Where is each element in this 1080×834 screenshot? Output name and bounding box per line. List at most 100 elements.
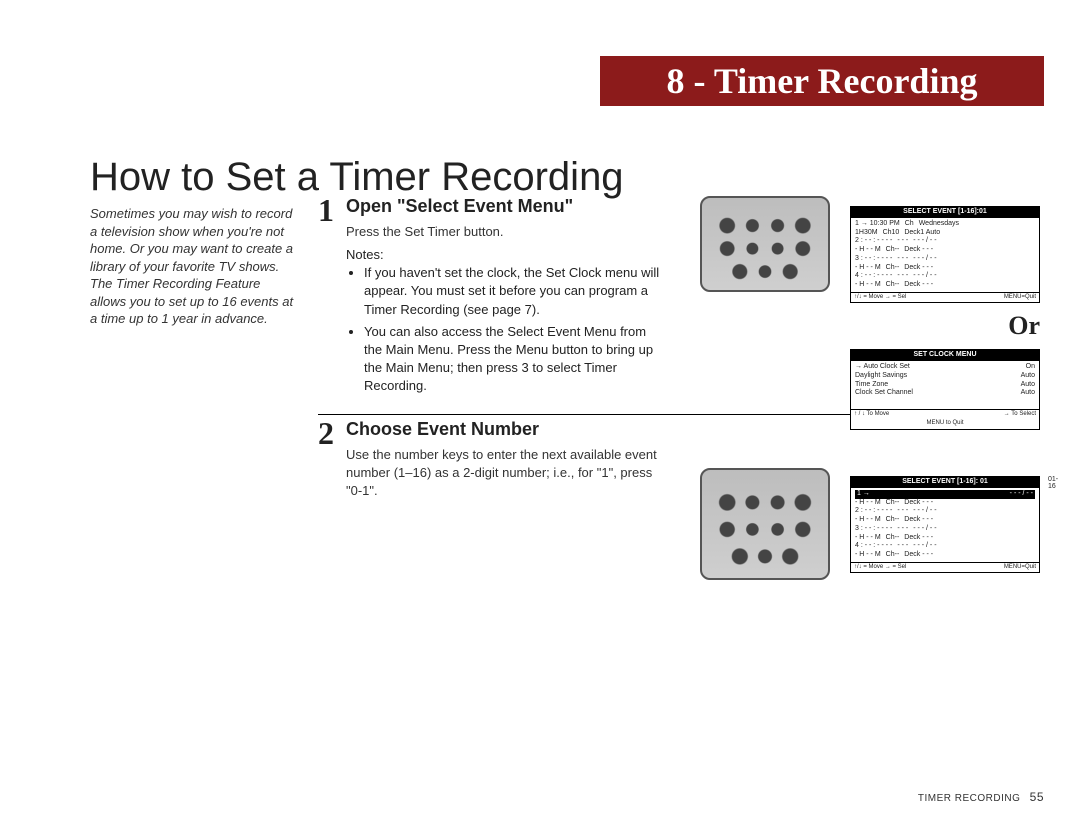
cell: Deck - - - bbox=[904, 499, 933, 508]
cell: - - - / - - bbox=[913, 507, 936, 516]
remote-illustration bbox=[700, 196, 830, 292]
notes-label: Notes: bbox=[346, 247, 666, 262]
cell: Clock Set Channel bbox=[855, 389, 913, 398]
intro-text: Sometimes you may wish to record a telev… bbox=[90, 205, 300, 328]
cell: 2 : - - : - - - - bbox=[855, 507, 892, 516]
notes-list: If you haven't set the clock, the Set Cl… bbox=[346, 264, 666, 395]
screen-footer: ↑/↓ = Move → = Sel MENU=Quit bbox=[851, 292, 1039, 303]
cell: Auto bbox=[1021, 381, 1035, 390]
cell: Daylight Savings bbox=[855, 372, 907, 381]
cell: Ch-- bbox=[886, 264, 900, 273]
cell: 2 : - - : - - - - bbox=[855, 237, 892, 246]
page-title: How to Set a Timer Recording bbox=[90, 155, 1044, 200]
screen-footer: ↑ / ↓ To Move → To Select bbox=[851, 409, 1039, 420]
screen-footer: ↑/↓ = Move → = Sel MENU=Quit bbox=[851, 562, 1039, 573]
screen-select-event: SELECT EVENT [1-16]:01 1 → 10:30 PM Ch Wed… bbox=[850, 206, 1040, 303]
steps-column: 1 Open "Select Event Menu" Press the Set… bbox=[318, 196, 666, 520]
cell: Deck - - - bbox=[904, 281, 933, 290]
screen-select-event-2: SELECT EVENT [1-16]: 01 1 → - - - / - - -… bbox=[850, 476, 1040, 573]
cell: - - - / - - bbox=[913, 237, 936, 246]
step-text: Use the number keys to enter the next av… bbox=[346, 446, 666, 501]
cell: - - - / - - bbox=[1010, 490, 1033, 499]
cell: - - - / - - bbox=[913, 255, 936, 264]
cell bbox=[875, 490, 1005, 499]
page-footer: TIMER RECORDING 55 bbox=[918, 790, 1044, 804]
cell: - H - - M bbox=[855, 534, 881, 543]
step-number: 2 bbox=[318, 417, 346, 449]
screen-header: SELECT EVENT [1-16]: 01 bbox=[851, 477, 1039, 488]
cell: 1 → bbox=[857, 490, 870, 499]
screens-step1: SELECT EVENT [1-16]:01 1 → 10:30 PM Ch Wed… bbox=[850, 206, 1040, 434]
screen-set-clock: SET CLOCK MENU → Auto Clock Set On Daylig… bbox=[850, 349, 1040, 430]
cell: Ch10 bbox=[883, 229, 900, 238]
footer-center: MENU to Quit bbox=[926, 420, 963, 428]
cell: - H - - M bbox=[855, 551, 881, 560]
cell: 3 : - - : - - - - bbox=[855, 525, 892, 534]
manual-page: 8 - Timer Recording How to Set a Timer R… bbox=[0, 0, 1080, 834]
cell: Deck1 Auto bbox=[904, 229, 940, 238]
footer-left: ↑/↓ = Move → = Sel bbox=[854, 294, 906, 302]
screen-header: SET CLOCK MENU bbox=[851, 350, 1039, 361]
cell: Ch-- bbox=[886, 516, 900, 525]
step-1: 1 Open "Select Event Menu" Press the Set… bbox=[318, 196, 666, 400]
step-title: Open "Select Event Menu" bbox=[346, 196, 666, 217]
cell: Deck - - - bbox=[904, 264, 933, 273]
chapter-tab: 8 - Timer Recording bbox=[600, 56, 1044, 106]
cell: Ch-- bbox=[886, 551, 900, 560]
step-text: Press the Set Timer button. bbox=[346, 223, 666, 241]
step-number: 1 bbox=[318, 194, 346, 226]
cell: - H - - M bbox=[855, 499, 881, 508]
cell: Ch-- bbox=[886, 246, 900, 255]
cell: - - - bbox=[897, 525, 908, 534]
cell: On bbox=[1026, 363, 1035, 372]
step-2: 2 Choose Event Number Use the number key… bbox=[318, 419, 666, 507]
screens-step2: 01-16 SELECT EVENT [1-16]: 01 1 →- - - /… bbox=[850, 476, 1040, 577]
footer-right: → To Select bbox=[1004, 411, 1036, 419]
cell: Deck - - - bbox=[904, 246, 933, 255]
cell: 4 : - - : - - - - bbox=[855, 272, 892, 281]
right-column: SELECT EVENT [1-16]:01 1 → 10:30 PM Ch Wed… bbox=[700, 196, 1045, 298]
cell: - - - bbox=[897, 237, 908, 246]
cell: Deck - - - bbox=[904, 534, 933, 543]
step-body: Open "Select Event Menu" Press the Set T… bbox=[346, 196, 666, 400]
cell: - H - - M bbox=[855, 281, 881, 290]
cell: Ch-- bbox=[886, 499, 900, 508]
cell: - - - bbox=[897, 507, 908, 516]
footer-right: MENU=Quit bbox=[1004, 294, 1036, 302]
note-item: If you haven't set the clock, the Set Cl… bbox=[364, 264, 666, 319]
cell: Auto bbox=[1021, 389, 1035, 398]
footer-section: TIMER RECORDING bbox=[918, 793, 1021, 804]
cell: Time Zone bbox=[855, 381, 888, 390]
footer-left: ↑/↓ = Move → = Sel bbox=[854, 564, 906, 572]
or-label: Or bbox=[850, 311, 1040, 341]
remote-illustration bbox=[700, 468, 830, 580]
cell: - - - / - - bbox=[913, 525, 936, 534]
cell: Ch-- bbox=[886, 281, 900, 290]
cell: - H - - M bbox=[855, 264, 881, 273]
page-number: 55 bbox=[1030, 790, 1044, 804]
screen-footer2: MENU to Quit bbox=[851, 419, 1039, 429]
cell: Ch bbox=[905, 220, 914, 229]
cell: - - - bbox=[897, 542, 908, 551]
cell: Deck - - - bbox=[904, 516, 933, 525]
screen-header: SELECT EVENT [1-16]:01 bbox=[851, 207, 1039, 218]
footer-left: ↑ / ↓ To Move bbox=[854, 411, 889, 419]
cell: - - - bbox=[897, 272, 908, 281]
cell: Wednesdays bbox=[919, 220, 959, 229]
footer-right: MENU=Quit bbox=[1004, 564, 1036, 572]
cell: 4 : - - : - - - - bbox=[855, 542, 892, 551]
step-body: Choose Event Number Use the number keys … bbox=[346, 419, 666, 507]
cell: Auto bbox=[1021, 372, 1035, 381]
note-item: You can also access the Select Event Men… bbox=[364, 323, 666, 396]
cell: 1 → 10:30 PM bbox=[855, 220, 900, 229]
cell: 1H30M bbox=[855, 229, 878, 238]
cell: - - - / - - bbox=[913, 272, 936, 281]
remote-2-holder bbox=[700, 468, 830, 586]
cell: - - - / - - bbox=[913, 542, 936, 551]
cell: - H - - M bbox=[855, 516, 881, 525]
cell: 3 : - - : - - - - bbox=[855, 255, 892, 264]
date-label: 01-16 bbox=[1048, 476, 1058, 490]
step-title: Choose Event Number bbox=[346, 419, 666, 440]
cell: → Auto Clock Set bbox=[855, 363, 910, 372]
cell: - - - bbox=[897, 255, 908, 264]
